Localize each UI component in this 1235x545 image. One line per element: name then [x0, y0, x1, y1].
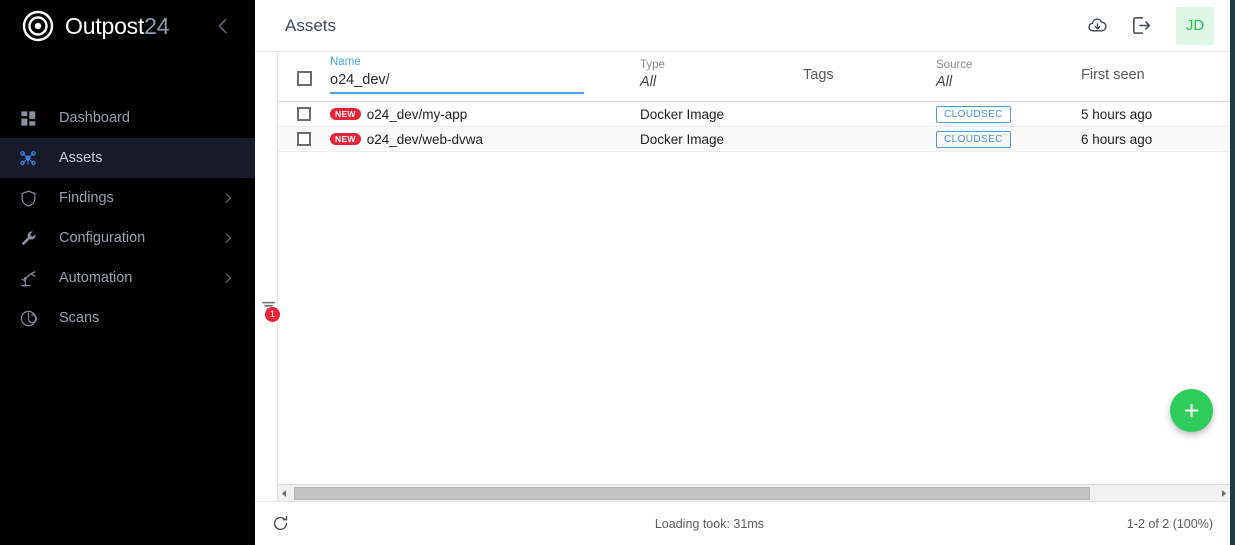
source-badge: CLOUDSEC — [936, 131, 1011, 148]
cell-first-seen: 6 hours ago — [1081, 132, 1230, 147]
sidebar-collapse-button[interactable] — [211, 14, 235, 38]
cloud-download-icon[interactable] — [1078, 7, 1116, 45]
new-badge: NEW — [330, 108, 361, 120]
brand-name: Outpost — [65, 13, 144, 39]
brand-text: Outpost24 — [65, 13, 169, 40]
sidebar-item-findings[interactable]: Findings — [0, 178, 255, 218]
app-root: Outpost24 Dashboard — [0, 0, 1235, 545]
horizontal-scrollbar[interactable] — [278, 484, 1230, 501]
dashboard-grid-icon — [16, 106, 40, 130]
row-checkbox[interactable] — [297, 132, 311, 146]
robot-arm-icon — [16, 266, 40, 290]
topbar: Assets JD — [255, 0, 1230, 52]
sidebar-item-label: Configuration — [59, 230, 145, 246]
asset-name: o24_dev/web-dvwa — [367, 132, 483, 147]
cell-type: Docker Image — [640, 132, 803, 147]
triangle-left-icon[interactable] — [278, 485, 291, 502]
source-badge: CLOUDSEC — [936, 106, 1011, 123]
avatar[interactable]: JD — [1176, 7, 1214, 45]
add-asset-button[interactable] — [1170, 389, 1213, 432]
radar-scan-icon — [16, 306, 40, 330]
assets-table: Name Type All Tags Source All — [278, 52, 1230, 501]
row-checkbox[interactable] — [297, 107, 311, 121]
sidebar-item-label: Assets — [59, 150, 103, 166]
chevron-right-icon — [221, 231, 235, 245]
shield-icon — [16, 186, 40, 210]
page-title: Assets — [285, 16, 336, 36]
cell-name: NEW o24_dev/my-app — [330, 107, 640, 122]
chevron-right-icon — [221, 271, 235, 285]
table-header: Name Type All Tags Source All — [278, 52, 1230, 102]
cell-source: CLOUDSEC — [936, 105, 1081, 123]
cell-first-seen: 5 hours ago — [1081, 107, 1230, 122]
row-select-cell — [278, 132, 330, 146]
table-left-gutter: 1 — [255, 52, 278, 501]
table-header-row: Name Type All Tags Source All — [278, 56, 1230, 101]
column-header-source: Source All — [936, 59, 1081, 99]
new-badge: NEW — [330, 133, 361, 145]
column-header-tags: Tags — [803, 66, 936, 91]
sidebar-item-label: Scans — [59, 310, 99, 326]
plus-icon — [1181, 400, 1202, 421]
table-body: NEW o24_dev/my-app Docker Image CLOUDSEC… — [278, 102, 1230, 484]
sidebar-item-label: Findings — [59, 190, 114, 206]
sidebar-item-label: Automation — [59, 270, 132, 286]
target-bullseye-icon — [22, 10, 54, 42]
triangle-right-icon[interactable] — [1217, 485, 1230, 502]
asset-name: o24_dev/my-app — [367, 107, 468, 122]
sidebar-item-configuration[interactable]: Configuration — [0, 218, 255, 258]
column-header-name: Name — [330, 56, 640, 101]
column-label-type: Type — [640, 59, 803, 72]
scrollbar-track[interactable] — [291, 485, 1217, 502]
row-select-cell — [278, 107, 330, 121]
brand: Outpost24 — [0, 0, 255, 52]
brand-suffix: 24 — [144, 13, 169, 39]
column-header-type: Type All — [640, 59, 803, 99]
table-row[interactable]: NEW o24_dev/web-dvwa Docker Image CLOUDS… — [278, 127, 1230, 152]
sidebar-item-assets[interactable]: Assets — [0, 138, 255, 178]
sidebar: Outpost24 Dashboard — [0, 0, 255, 545]
scrollbar-thumb[interactable] — [294, 487, 1090, 500]
wrench-icon — [16, 226, 40, 250]
column-label-tags: Tags — [803, 67, 834, 92]
cell-type: Docker Image — [640, 107, 803, 122]
network-hub-icon — [16, 146, 40, 170]
table-row[interactable]: NEW o24_dev/my-app Docker Image CLOUDSEC… — [278, 102, 1230, 127]
select-all-cell — [278, 71, 330, 86]
cell-source: CLOUDSEC — [936, 130, 1081, 148]
chevron-right-icon — [221, 191, 235, 205]
filter-indicator[interactable]: 1 — [257, 295, 279, 317]
column-label-first-seen: First seen — [1081, 67, 1145, 92]
column-label-name: Name — [330, 56, 640, 69]
sidebar-item-automation[interactable]: Automation — [0, 258, 255, 298]
column-label-source: Source — [936, 59, 1081, 72]
cell-name: NEW o24_dev/web-dvwa — [330, 132, 640, 147]
name-filter-input[interactable] — [330, 72, 584, 94]
sidebar-item-dashboard[interactable]: Dashboard — [0, 98, 255, 138]
logout-icon[interactable] — [1122, 7, 1160, 45]
pagination-status: 1-2 of 2 (100%) — [1127, 517, 1213, 531]
sidebar-nav: Dashboard — [0, 98, 255, 338]
source-filter-value[interactable]: All — [936, 74, 952, 90]
refresh-icon[interactable] — [268, 512, 292, 536]
column-header-first-seen: First seen — [1081, 66, 1230, 91]
table-footer: Loading took: 31ms 1-2 of 2 (100%) — [255, 501, 1230, 545]
select-all-checkbox[interactable] — [297, 71, 312, 86]
sidebar-item-scans[interactable]: Scans — [0, 298, 255, 338]
type-filter-value[interactable]: All — [640, 74, 656, 90]
filter-count-badge: 1 — [265, 307, 280, 322]
table-wrap: 1 Name Type All — [255, 52, 1230, 501]
main-content: Assets JD — [255, 0, 1235, 545]
loading-status: Loading took: 31ms — [292, 517, 1127, 531]
sidebar-item-label: Dashboard — [59, 110, 130, 126]
